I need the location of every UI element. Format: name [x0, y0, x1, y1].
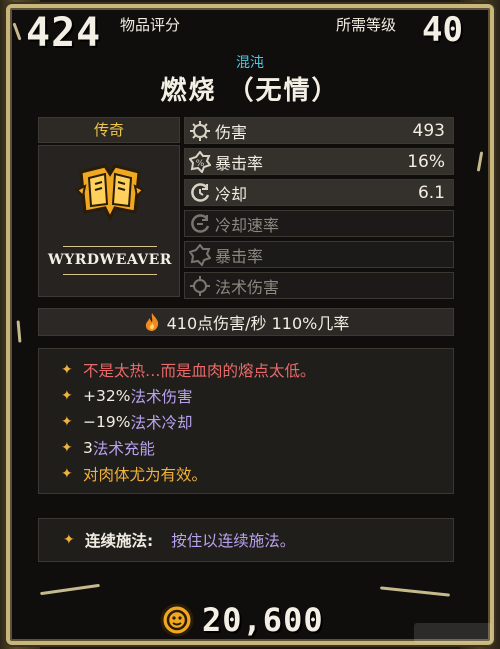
- stat-name: 暴击率: [215, 246, 264, 266]
- crit-chance-icon: %: [189, 150, 211, 173]
- item-price: 20,600: [160, 598, 324, 642]
- modifier-line: ✦ 3 法术充能: [61, 435, 453, 461]
- maker-divider: [63, 274, 157, 275]
- ability-description: 按住以连续施法。: [171, 532, 296, 550]
- stat-name: 冷却速率: [215, 215, 280, 235]
- bullet-icon: ✦: [61, 388, 73, 404]
- modifier-value: −19%: [83, 413, 131, 431]
- effect-text: 对肉体尤为有效。: [83, 466, 208, 484]
- stat-row-spell-damage: 法术伤害: [184, 272, 454, 299]
- spell-damage-icon: [190, 275, 210, 296]
- stat-row-cooldown: 冷却 6.1: [184, 179, 454, 206]
- item-score-label: 物品评分: [120, 16, 181, 34]
- stat-value: 6.1: [417, 182, 445, 203]
- coin-icon: [160, 603, 194, 637]
- lore-text: 不是太热…而是血肉的熔点太低。: [83, 362, 316, 380]
- stat-row-crit-chance-empty: 暴击率: [184, 241, 454, 268]
- lore-line: ✦ 不是太热…而是血肉的熔点太低。: [61, 357, 453, 383]
- cooldown-icon: [191, 182, 210, 202]
- item-description: ✦ 不是太热…而是血肉的熔点太低。 ✦ +32% 法术伤害 ✦ −19% 法术冷…: [38, 348, 454, 494]
- bullet-icon: ✦: [61, 362, 73, 378]
- stat-name: 法术伤害: [215, 277, 280, 297]
- stat-name: 暴击率: [215, 153, 264, 173]
- bullet-icon: ✦: [61, 466, 73, 482]
- modifier-stat: 法术充能: [92, 440, 155, 458]
- item-title: 燃烧 （无情）: [160, 76, 340, 106]
- bullet-icon: ✦: [61, 414, 73, 430]
- crit-chance-icon: [189, 243, 211, 266]
- modifier-line: ✦ −19% 法术冷却: [61, 409, 453, 435]
- effect-line: ✦ 对肉体尤为有效。: [61, 461, 453, 487]
- modifier-line: ✦ +32% 法术伤害: [61, 383, 453, 409]
- maker-name: WYRDWEAVER: [48, 252, 172, 268]
- modifier-value: +32%: [83, 387, 131, 405]
- watermark: [414, 623, 492, 643]
- maker-emblem: WYRDWEAVER: [38, 145, 180, 297]
- svg-text:%: %: [196, 159, 205, 169]
- rarity-label: 传奇: [38, 117, 180, 143]
- bullet-icon: ✦: [61, 440, 73, 456]
- bullet-icon: ✦: [63, 532, 75, 548]
- stat-value: 16%: [407, 151, 445, 172]
- ability-name: 连续施法:: [85, 532, 154, 550]
- price-value: 20,600: [202, 601, 324, 639]
- stat-row-crit-chance: % 暴击率 16%: [184, 148, 454, 175]
- dps-summary: 410点伤害/秒 110%几率: [38, 308, 454, 336]
- stat-name: 伤害: [215, 122, 248, 142]
- stat-row-cooldown-rate: 冷却速率: [184, 210, 454, 237]
- required-level-label: 所需等级: [336, 16, 397, 34]
- modifier-stat: 法术冷却: [130, 414, 193, 432]
- damage-icon: [190, 120, 210, 141]
- spellbook-icon: [75, 164, 145, 222]
- cooldown-rate-icon: [191, 213, 210, 233]
- ability-info: ✦ 连续施法: 按住以连续施法。: [38, 518, 454, 562]
- stat-row-damage: 伤害 493: [184, 117, 454, 144]
- stat-name: 冷却: [215, 184, 248, 204]
- required-level-value: 40: [422, 10, 463, 50]
- stat-value: 493: [412, 120, 445, 141]
- modifier-value: 3: [83, 439, 93, 457]
- maker-divider: [63, 246, 157, 247]
- flame-icon: [145, 313, 158, 331]
- item-score-value: 424: [26, 10, 102, 56]
- modifier-stat: 法术伤害: [130, 388, 193, 406]
- dps-text: 410点伤害/秒 110%几率: [166, 314, 350, 333]
- item-alignment: 混沌: [236, 55, 264, 71]
